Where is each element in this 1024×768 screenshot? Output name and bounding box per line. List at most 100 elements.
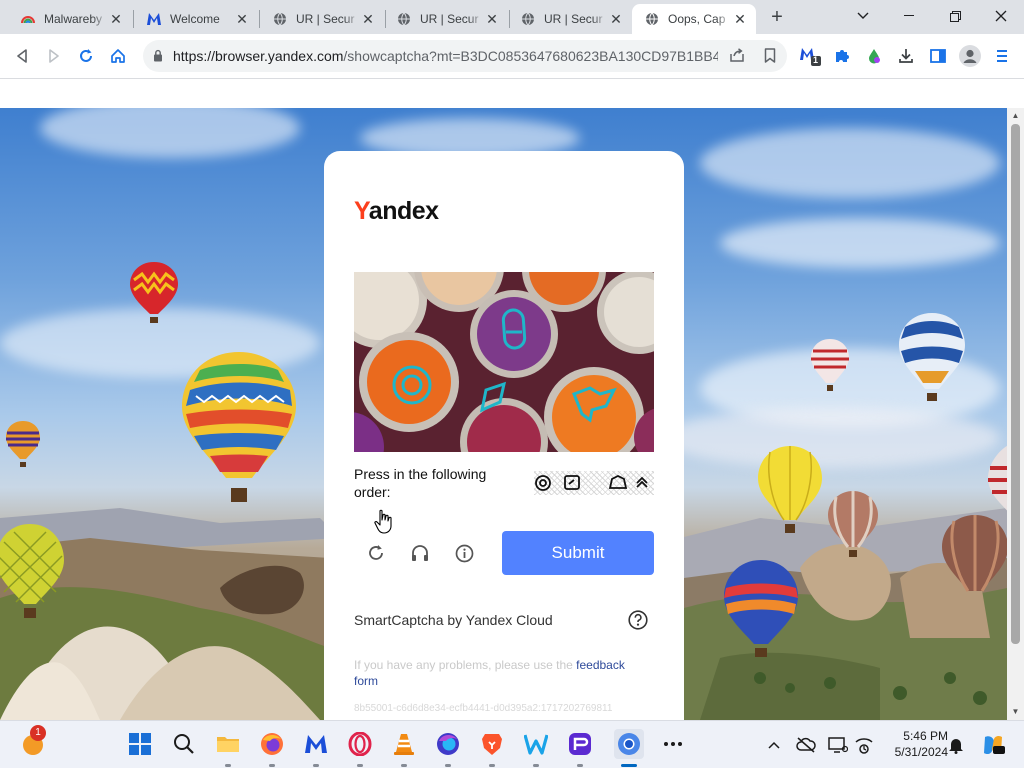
show-hidden-icons-button[interactable] — [764, 735, 784, 755]
browser-toolbar: https://browser.yandex.com/showcaptcha?m… — [0, 34, 1024, 78]
tab-ur-security-3[interactable]: UR | Secur ✕ — [508, 4, 632, 34]
balloon-illustration — [942, 515, 1007, 592]
waterfox-icon — [524, 734, 548, 755]
file-explorer-button[interactable] — [215, 731, 241, 757]
clock-date: 5/31/2024 — [894, 745, 948, 759]
onedrive-tray-button[interactable] — [796, 735, 816, 755]
scrollbar-thumb[interactable] — [1011, 124, 1020, 644]
tab-strip: Malwareby ✕ Welcome ✕ UR | Secur ✕ UR | … — [0, 0, 1024, 34]
opera-button[interactable] — [347, 731, 373, 757]
close-icon[interactable]: ✕ — [108, 11, 124, 28]
malwarebytes-taskbar-button[interactable] — [303, 731, 329, 757]
more-apps-button[interactable] — [660, 731, 686, 757]
address-bar[interactable]: https://browser.yandex.com/showcaptcha?m… — [143, 40, 787, 72]
hand-cursor-icon — [374, 509, 392, 534]
chromium-icon — [618, 733, 640, 755]
scroll-down-arrow-icon[interactable]: ▼ — [1011, 707, 1020, 716]
tab-ur-security-1[interactable]: UR | Secur ✕ — [260, 4, 384, 34]
firefox-icon — [261, 733, 283, 755]
tab-malwarebytes[interactable]: Malwareby ✕ — [8, 4, 132, 34]
app-button[interactable] — [567, 731, 593, 757]
network-icon — [855, 738, 873, 754]
back-button[interactable] — [8, 42, 36, 70]
monitor-icon — [828, 737, 848, 753]
forward-icon — [49, 49, 59, 63]
display-tray-button[interactable] — [828, 735, 848, 755]
tab-title: UR | Secur — [420, 12, 479, 26]
downloads-button[interactable] — [892, 42, 920, 70]
minimize-icon — [904, 15, 914, 16]
balloon-illustration — [758, 446, 822, 533]
menu-icon — [997, 50, 1007, 62]
profile-button[interactable] — [956, 42, 984, 70]
balloon-illustration — [182, 352, 296, 502]
network-tray-button[interactable] — [854, 735, 874, 755]
audio-captcha-button[interactable] — [409, 542, 431, 564]
side-panel-button[interactable] — [924, 42, 952, 70]
chromium-button[interactable] — [614, 729, 644, 759]
minimize-button[interactable] — [886, 2, 932, 30]
logo-initial: Y — [354, 197, 369, 225]
url-text: https://browser.yandex.com/showcaptcha?m… — [173, 48, 718, 64]
firefox-button[interactable] — [259, 731, 285, 757]
lock-icon[interactable] — [153, 49, 163, 65]
close-icon[interactable]: ✕ — [484, 11, 500, 28]
page-scrollbar[interactable]: ▲ ▼ — [1007, 108, 1024, 720]
waterfox-button[interactable] — [523, 731, 549, 757]
side-panel-icon — [930, 49, 946, 63]
cloud-offline-icon — [796, 737, 816, 753]
scroll-up-arrow-icon[interactable]: ▲ — [1011, 111, 1020, 120]
system-clock[interactable]: 5:46 PM 5/31/2024 — [892, 728, 948, 760]
globe-icon — [644, 11, 660, 27]
balloon-illustration — [811, 339, 849, 391]
close-icon[interactable]: ✕ — [732, 11, 748, 28]
notifications-button[interactable] — [946, 735, 966, 755]
extensions-button[interactable] — [828, 42, 856, 70]
url-host: https://browser.yandex.com — [173, 48, 344, 64]
weather-widget-button[interactable]: 1 — [20, 725, 46, 757]
refresh-button[interactable] — [365, 542, 387, 564]
help-icon[interactable] — [628, 610, 648, 630]
ellipsis-icon — [664, 742, 682, 746]
problems-note: If you have any problems, please use the… — [354, 657, 644, 689]
malwarebytes-extension-button[interactable]: 1 — [796, 42, 824, 70]
chevron-down-icon — [857, 12, 869, 19]
brave-button[interactable] — [479, 731, 505, 757]
globe-icon — [272, 11, 288, 27]
restore-button[interactable] — [932, 2, 978, 30]
new-tab-button[interactable]: + — [765, 6, 789, 30]
vlc-button[interactable] — [391, 731, 417, 757]
info-button[interactable] — [453, 542, 475, 564]
share-icon[interactable] — [729, 48, 745, 66]
firefox-nightly-button[interactable] — [435, 731, 461, 757]
search-button[interactable] — [171, 731, 197, 757]
captcha-image[interactable] — [354, 272, 654, 452]
submit-button[interactable]: Submit — [502, 531, 654, 575]
task-instruction: Press in the following order: — [354, 466, 487, 500]
puzzle-icon — [836, 50, 849, 62]
extension-drop-button[interactable] — [860, 42, 888, 70]
copilot-button[interactable] — [980, 732, 1006, 758]
opera-icon — [348, 732, 372, 756]
tab-ur-security-2[interactable]: UR | Secur ✕ — [384, 4, 508, 34]
captcha-token: 8b55001-c6d6d8e34-ecfb4441-d0d395a2:1717… — [354, 703, 613, 714]
home-button[interactable] — [104, 42, 132, 70]
start-button[interactable] — [127, 731, 153, 757]
headphones-icon — [412, 545, 428, 561]
bookmark-icon[interactable] — [764, 48, 776, 66]
tab-search-button[interactable] — [840, 2, 886, 30]
tab-oops-captcha[interactable]: Oops, Cap ✕ — [632, 4, 756, 34]
menu-button[interactable] — [988, 42, 1016, 70]
close-icon[interactable]: ✕ — [608, 11, 624, 28]
balloon-illustration — [130, 262, 178, 323]
home-icon — [111, 49, 125, 63]
close-window-button[interactable] — [978, 2, 1024, 30]
tab-welcome[interactable]: Welcome ✕ — [134, 4, 258, 34]
close-icon[interactable]: ✕ — [360, 11, 376, 28]
windows-icon — [129, 733, 151, 755]
tab-title: UR | Secur — [296, 12, 355, 26]
reload-button[interactable] — [72, 42, 100, 70]
forward-button[interactable] — [40, 42, 68, 70]
close-icon[interactable]: ✕ — [234, 11, 250, 28]
back-icon — [17, 49, 27, 63]
